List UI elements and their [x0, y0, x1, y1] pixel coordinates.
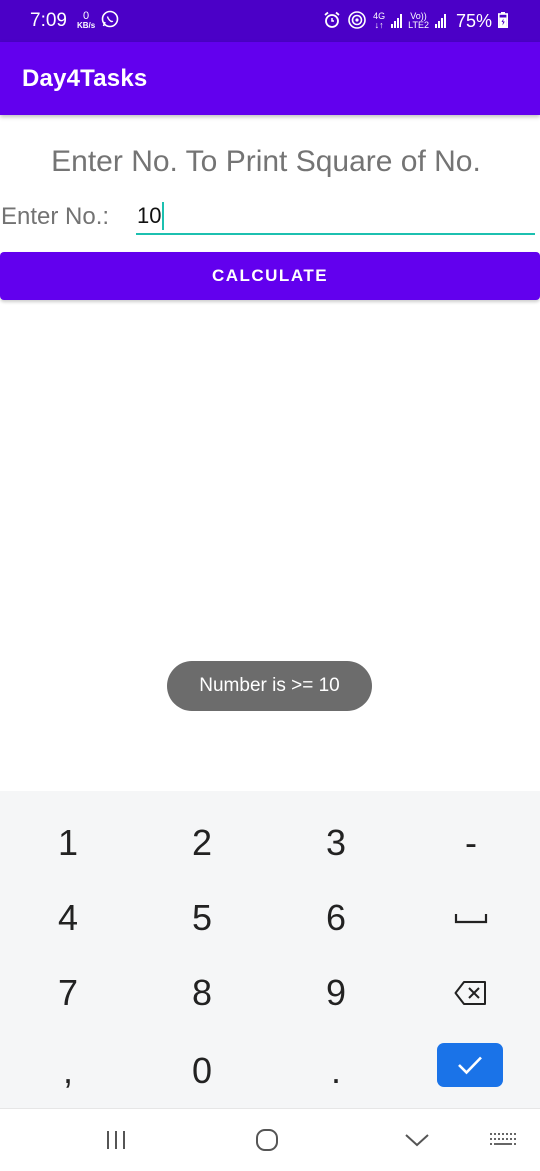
navigation-bar [0, 1108, 540, 1171]
recent-apps-button[interactable] [96, 1125, 136, 1155]
key-5[interactable]: 5 [162, 888, 242, 948]
space-icon [454, 914, 488, 924]
text-caret [162, 202, 165, 230]
alarm-icon [323, 11, 341, 32]
net-speed-value: 0 [83, 10, 90, 22]
key-1[interactable]: 1 [28, 813, 108, 873]
app-bar: Day4Tasks [0, 42, 540, 115]
data-arrows-icon: ↓↑ [374, 20, 384, 30]
number-input-value: 10 [137, 203, 162, 228]
key-4[interactable]: 4 [28, 888, 108, 948]
key-7[interactable]: 7 [28, 963, 108, 1023]
key-comma[interactable]: , [28, 1041, 108, 1101]
key-period[interactable]: . [296, 1041, 376, 1101]
number-input-label: Enter No.: [1, 203, 110, 230]
key-space[interactable] [431, 888, 511, 948]
checkmark-icon [458, 1056, 482, 1075]
key-backspace[interactable] [431, 963, 511, 1023]
lte-label: LTE2 [408, 20, 429, 30]
net-speed: 0 KB/s [76, 10, 96, 31]
status-bar: 7:09 0 KB/s 4G ↓↑ Vo)) LTE2 75% [0, 0, 540, 42]
key-6[interactable]: 6 [296, 888, 376, 948]
battery-percent: 75% [455, 10, 492, 31]
backspace-icon [454, 981, 486, 1005]
battery-icon [498, 11, 508, 31]
app-title: Day4Tasks [22, 65, 148, 92]
calculate-button[interactable]: CALCULATE [0, 252, 540, 300]
toast-message: Number is >= 10 [167, 661, 372, 711]
key-8[interactable]: 8 [162, 963, 242, 1023]
home-icon [256, 1129, 278, 1151]
signal-icon [391, 14, 403, 28]
signal-icon-2 [434, 14, 446, 28]
volte-indicator: Vo)) LTE2 [408, 12, 429, 30]
numeric-keyboard: 1 2 3 - 4 5 6 7 8 9 , 0 . [0, 791, 540, 1108]
recent-apps-icon [107, 1131, 125, 1149]
net-speed-unit: KB/s [76, 21, 96, 30]
number-input[interactable]: 10 [136, 199, 535, 235]
key-3[interactable]: 3 [296, 813, 376, 873]
home-button[interactable] [246, 1125, 288, 1155]
key-2[interactable]: 2 [162, 813, 242, 873]
keyboard-icon [490, 1133, 516, 1145]
back-button[interactable] [396, 1125, 438, 1155]
page-heading: Enter No. To Print Square of No. [51, 145, 481, 178]
whatsapp-icon [101, 10, 119, 33]
back-icon [405, 1134, 429, 1147]
key-minus[interactable]: - [431, 813, 511, 873]
status-time: 7:09 [30, 10, 67, 31]
key-done[interactable] [437, 1043, 503, 1087]
key-0[interactable]: 0 [162, 1041, 242, 1101]
keyboard-switch-button[interactable] [482, 1125, 524, 1155]
network-type: 4G ↓↑ [373, 12, 385, 30]
hotspot-icon [347, 10, 367, 33]
key-9[interactable]: 9 [296, 963, 376, 1023]
